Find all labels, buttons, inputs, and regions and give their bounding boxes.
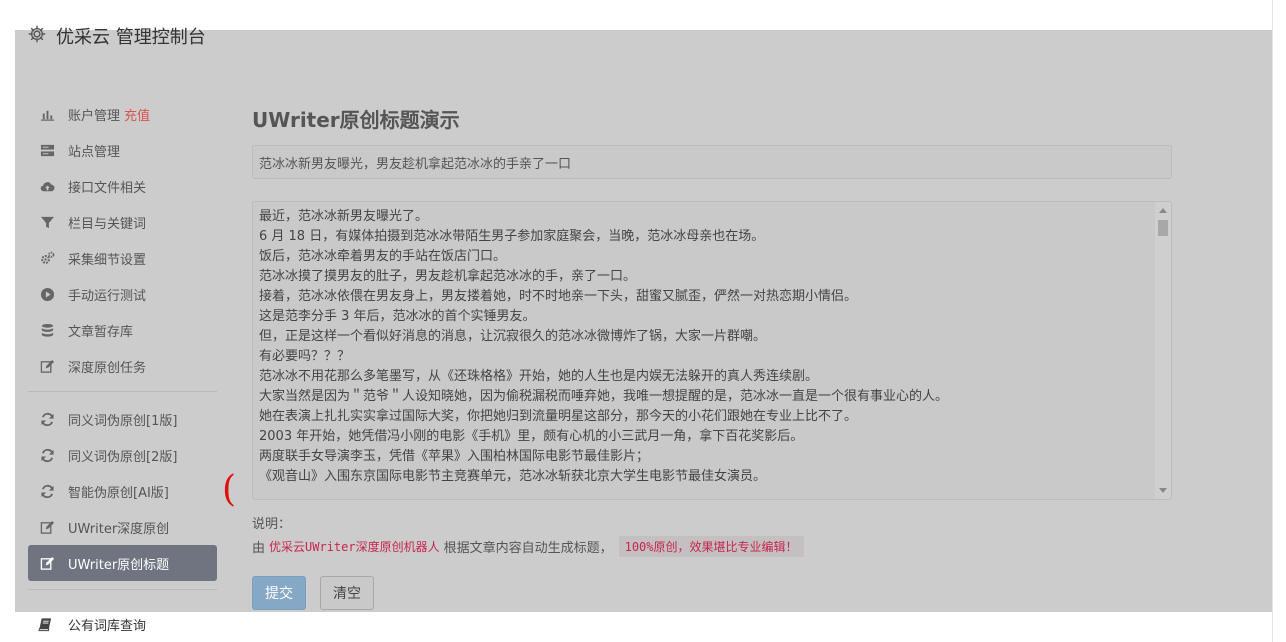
article-line: 范冰冰摸了摸男友的肚子，男友趁机拿起范冰冰的手，亲了一口。	[259, 269, 637, 284]
refresh-icon	[38, 411, 56, 427]
annotation-mark: (	[222, 469, 237, 510]
sidebar-item-label: 智能伪原创[AI版]	[68, 485, 169, 501]
app-title: 优采云 管理控制台	[56, 27, 206, 48]
sidebar-item-uwriter-deep[interactable]: UWriter深度原创	[28, 509, 217, 545]
gears-icon	[38, 250, 56, 266]
sidebar-item-label: 账户管理	[68, 108, 121, 124]
sidebar-item-manual-run[interactable]: 手动运行测试	[28, 276, 217, 312]
recharge-link[interactable]: 充值	[124, 105, 150, 124]
sidebar-item-uwriter-title[interactable]: UWriter原创标题	[28, 545, 217, 581]
article-line: 两度联手女导演李玉，凭借《苹果》入围柏林国际电影节最佳影片；	[259, 449, 650, 464]
note-text: 由 优采云UWriter深度原创机器人 根据文章内容自动生成标题， 100%原创…	[252, 536, 804, 557]
page-edge-divider	[1272, 0, 1273, 642]
sidebar-item-label: 站点管理	[68, 144, 121, 160]
scroll-thumb[interactable]	[1158, 220, 1168, 236]
sidebar-item-label: UWriter原创标题	[68, 557, 170, 573]
article-text: 最近，范冰冰新男友曝光了。 6 月 18 日，有媒体拍摄到范冰冰带陌生男子参加家庭…	[253, 202, 1171, 487]
sidebar-item-deep-original-task[interactable]: 深度原创任务	[28, 348, 217, 384]
sidebar-item-label: 同义词伪原创[2版]	[68, 449, 178, 465]
refresh-icon	[38, 447, 56, 463]
sidebar-item-sites[interactable]: 站点管理	[28, 132, 217, 168]
sidebar-item-label: UWriter深度原创	[68, 521, 170, 537]
gear-icon	[28, 25, 46, 48]
note-prefix: 由	[252, 541, 266, 556]
main-content: UWriter原创标题演示 最近，范冰冰新男友曝光了。 6 月 18 日，有媒体拍…	[252, 106, 1172, 610]
sidebar-item-label: 接口文件相关	[68, 180, 147, 196]
article-line: 饭后，范冰冰牵着男友的手站在饭店门口。	[259, 249, 507, 264]
sidebar-divider	[28, 391, 217, 392]
sidebar-item-ai-rewrite[interactable]: 智能伪原创[AI版]	[28, 473, 217, 509]
sidebar-item-columns-keywords[interactable]: 栏目与关键词	[28, 204, 217, 240]
sidebar-item-label: 文章暂存库	[68, 324, 134, 340]
edit-icon	[38, 555, 56, 571]
clear-button[interactable]: 清空	[320, 576, 374, 610]
article-line: 接着，范冰冰依偎在男友身上，男友搂着她，时不时地亲一下头，甜蜜又腻歪，俨然一对热…	[259, 289, 858, 304]
article-line: 但，正是这样一个看似好消息的消息，让沉寂很久的范冰冰微博炸了锅，大家一片群嘲。	[259, 329, 767, 344]
sidebar-item-label: 手动运行测试	[68, 288, 147, 304]
article-line: 大家当然是因为＂范爷＂人设知晓她，因为偷税漏税而唾弃她，我唯一想提醒的是，范冰冰…	[259, 389, 949, 404]
submit-button[interactable]: 提交	[252, 576, 306, 610]
article-line: 2003 年开始，她凭借冯小刚的电影《手机》里，颇有心机的小三武月一角，拿下百花…	[259, 429, 804, 444]
textarea-scrollbar[interactable]	[1155, 202, 1171, 499]
article-line: 她在表演上扎扎实实拿过国际大奖，你把她归到流量明星这部分，那今天的小花们跟她在专…	[259, 409, 858, 424]
note-highlight: 100%原创，效果堪比专业编辑！	[618, 536, 804, 557]
note-middle: 根据文章内容自动生成标题，	[443, 541, 613, 556]
refresh-icon	[38, 483, 56, 499]
app-header: 优采云 管理控制台	[28, 24, 206, 48]
article-line: 最近，范冰冰新男友曝光了。	[259, 209, 429, 224]
edit-icon	[38, 358, 56, 374]
sidebar-item-label: 公有词库查询	[68, 618, 147, 634]
sidebar-item-account[interactable]: 账户管理 充值	[28, 96, 217, 132]
sidebar-item-public-lexicon[interactable]: 公有词库查询	[38, 612, 146, 636]
article-line: 范冰冰不用花那么多笔墨写，从《还珠格格》开始，她的人生也是内娱无法躲开的真人秀连…	[259, 369, 819, 384]
book-icon	[38, 617, 56, 632]
article-textarea[interactable]: 最近，范冰冰新男友曝光了。 6 月 18 日，有媒体拍摄到范冰冰带陌生男子参加家庭…	[252, 201, 1172, 500]
sidebar-item-label: 采集细节设置	[68, 252, 147, 268]
title-input[interactable]	[252, 145, 1172, 179]
article-line: 《观音山》入围东京国际电影节主竞赛单元，范冰冰斩获北京大学生电影节最佳女演员。	[259, 469, 767, 484]
note-label: 说明：	[252, 517, 292, 532]
sidebar-item-label: 栏目与关键词	[68, 216, 147, 232]
sidebar-item-synonym-v2[interactable]: 同义词伪原创[2版]	[28, 437, 217, 473]
sidebar-item-article-store[interactable]: 文章暂存库	[28, 312, 217, 348]
article-line: 这是范李分手 3 年后，范冰冰的首个实锤男友。	[259, 309, 536, 324]
database-icon	[38, 322, 56, 338]
sidebar-item-interface-files[interactable]: 接口文件相关	[28, 168, 217, 204]
sidebar-item-label: 同义词伪原创[1版]	[68, 413, 178, 429]
sidebar-item-collect-settings[interactable]: 采集细节设置	[28, 240, 217, 276]
cloud-upload-icon	[38, 178, 56, 194]
sidebar-nav: 账户管理 充值 站点管理 接口文件相关 栏目与关键词 采集细节设置 手动运行测试…	[28, 96, 217, 599]
sidebar-item-synonym-v1[interactable]: 同义词伪原创[1版]	[28, 401, 217, 437]
sidebar-divider	[28, 589, 217, 590]
filter-icon	[38, 214, 56, 230]
bar-chart-icon	[38, 106, 56, 122]
article-line: 有必要吗？？？	[259, 349, 351, 364]
note-robot-name: 优采云UWriter深度原创机器人	[269, 540, 440, 554]
scroll-up-arrow-icon[interactable]	[1159, 208, 1167, 213]
server-icon	[38, 142, 56, 158]
article-line: 6 月 18 日，有媒体拍摄到范冰冰带陌生男子参加家庭聚会，当晚，范冰冰母亲也在…	[259, 229, 765, 244]
play-circle-icon	[38, 286, 56, 302]
edit-icon	[38, 519, 56, 535]
scroll-down-arrow-icon[interactable]	[1159, 488, 1167, 493]
sidebar-item-label: 深度原创任务	[68, 360, 147, 376]
page-title: UWriter原创标题演示	[252, 108, 460, 132]
